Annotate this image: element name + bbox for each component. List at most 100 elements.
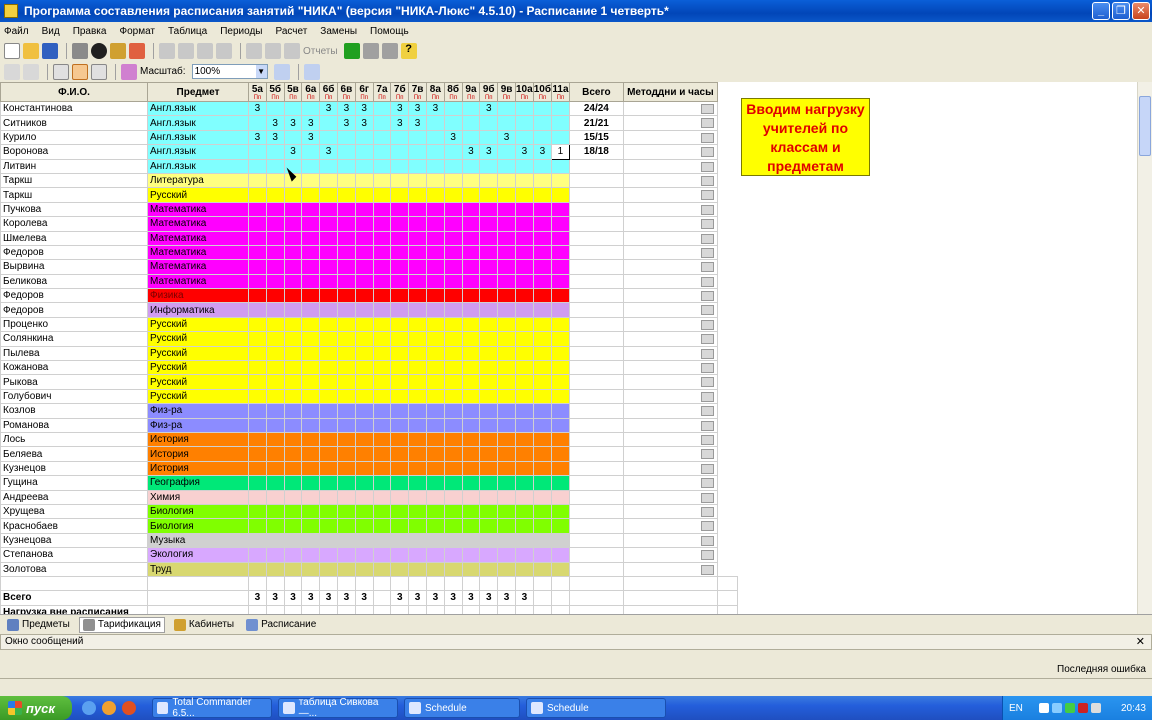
hours-cell[interactable] xyxy=(425,144,445,160)
hours-cell[interactable] xyxy=(461,532,481,549)
hours-cell[interactable] xyxy=(461,115,481,131)
hours-cell[interactable] xyxy=(319,172,338,189)
hours-cell[interactable] xyxy=(408,532,427,549)
hours-cell[interactable] xyxy=(354,144,374,160)
hours-cell[interactable] xyxy=(532,431,553,448)
teacher-name-cell[interactable]: Таркш xyxy=(0,172,148,189)
hours-cell[interactable] xyxy=(319,316,338,333)
method-days-button[interactable] xyxy=(700,219,714,230)
hours-cell[interactable] xyxy=(336,561,356,577)
teacher-name-cell[interactable]: Воронова xyxy=(0,144,148,160)
hours-cell[interactable] xyxy=(372,503,392,520)
hours-cell[interactable]: 3 xyxy=(390,100,410,117)
hours-cell[interactable] xyxy=(372,403,392,419)
header-class[interactable]: 6в Пп xyxy=(336,82,356,102)
print-icon[interactable] xyxy=(246,43,262,59)
hours-cell[interactable] xyxy=(283,503,303,520)
fullscreen-icon[interactable] xyxy=(303,63,320,80)
hours-cell[interactable] xyxy=(497,475,516,491)
hours-cell[interactable] xyxy=(408,374,427,390)
teacher-name-cell[interactable]: Ситников xyxy=(0,115,148,131)
teacher-name-cell[interactable]: Литвин xyxy=(0,158,148,174)
hours-cell[interactable] xyxy=(408,547,427,563)
hours-cell[interactable] xyxy=(551,532,570,549)
hours-cell[interactable] xyxy=(514,417,534,433)
save-icon[interactable] xyxy=(42,43,58,59)
method-days-cell[interactable] xyxy=(622,503,718,520)
hours-cell[interactable]: 3 xyxy=(319,100,338,117)
hours-cell[interactable] xyxy=(354,374,374,390)
hours-cell[interactable] xyxy=(283,316,303,333)
hours-cell[interactable] xyxy=(497,489,516,505)
hours-cell[interactable] xyxy=(248,561,267,577)
hours-cell[interactable] xyxy=(336,187,356,203)
hours-cell[interactable] xyxy=(425,475,445,491)
hours-cell[interactable] xyxy=(319,288,338,304)
redo-icon[interactable] xyxy=(23,63,39,80)
hours-cell[interactable] xyxy=(319,216,338,232)
hours-cell[interactable] xyxy=(390,518,410,534)
hours-cell[interactable] xyxy=(372,201,392,218)
hours-cell[interactable] xyxy=(479,518,499,534)
hours-cell[interactable] xyxy=(354,503,374,520)
hours-cell[interactable] xyxy=(497,503,516,520)
hours-cell[interactable] xyxy=(514,273,534,290)
hours-cell[interactable] xyxy=(248,503,267,520)
method-days-button[interactable] xyxy=(700,506,714,517)
hours-cell[interactable] xyxy=(283,345,303,362)
network-icon[interactable] xyxy=(1039,703,1050,713)
hours-cell[interactable] xyxy=(372,460,392,477)
hours-cell[interactable] xyxy=(497,187,516,203)
hours-cell[interactable] xyxy=(248,144,267,160)
hours-cell[interactable] xyxy=(443,403,463,419)
hours-cell[interactable] xyxy=(301,144,321,160)
hours-cell[interactable] xyxy=(336,158,356,174)
hours-cell[interactable] xyxy=(551,388,570,405)
hours-cell[interactable] xyxy=(390,403,410,419)
hours-cell[interactable] xyxy=(479,532,499,549)
subject-cell[interactable]: Англ.язык xyxy=(147,100,249,117)
hours-cell[interactable] xyxy=(301,503,321,520)
subject-cell[interactable]: Русский xyxy=(147,187,249,203)
hours-cell[interactable] xyxy=(532,302,553,318)
hours-cell[interactable] xyxy=(354,417,374,433)
method-days-button[interactable] xyxy=(700,334,714,345)
hours-cell[interactable] xyxy=(461,561,481,577)
hours-cell[interactable] xyxy=(301,431,321,448)
hours-cell[interactable] xyxy=(390,547,410,563)
hours-cell[interactable] xyxy=(425,288,445,304)
hours-cell[interactable] xyxy=(248,216,267,232)
fit-width-icon[interactable] xyxy=(273,63,290,80)
hours-cell[interactable] xyxy=(532,475,553,491)
hours-cell[interactable] xyxy=(248,187,267,203)
hours-cell[interactable] xyxy=(354,129,374,146)
hours-cell[interactable] xyxy=(265,431,285,448)
hours-cell[interactable] xyxy=(301,460,321,477)
hours-cell[interactable]: 3 xyxy=(248,129,267,146)
hours-cell[interactable] xyxy=(265,331,285,347)
header-total[interactable]: Всего xyxy=(568,82,624,102)
hours-cell[interactable] xyxy=(390,158,410,174)
hours-cell[interactable] xyxy=(319,360,338,376)
hours-cell[interactable] xyxy=(319,475,338,491)
hours-cell[interactable] xyxy=(372,331,392,347)
hours-cell[interactable] xyxy=(408,302,427,318)
header-class[interactable]: 9б Пп xyxy=(479,82,499,102)
teacher-name-cell[interactable]: Федоров xyxy=(0,244,148,261)
hours-cell[interactable] xyxy=(248,345,267,362)
hours-cell[interactable] xyxy=(408,172,427,189)
hours-cell[interactable] xyxy=(354,273,374,290)
hours-cell[interactable] xyxy=(425,172,445,189)
hours-cell[interactable] xyxy=(372,115,392,131)
method-days-cell[interactable] xyxy=(622,273,718,290)
hours-cell[interactable] xyxy=(514,244,534,261)
hours-cell[interactable] xyxy=(443,187,463,203)
hours-cell[interactable] xyxy=(408,244,427,261)
hours-cell[interactable] xyxy=(372,532,392,549)
hours-cell[interactable] xyxy=(532,158,553,174)
method-days-cell[interactable] xyxy=(622,489,718,505)
hours-cell[interactable] xyxy=(479,431,499,448)
hours-cell[interactable] xyxy=(372,475,392,491)
minimize-button[interactable]: _ xyxy=(1092,2,1110,20)
method-days-cell[interactable] xyxy=(622,547,718,563)
